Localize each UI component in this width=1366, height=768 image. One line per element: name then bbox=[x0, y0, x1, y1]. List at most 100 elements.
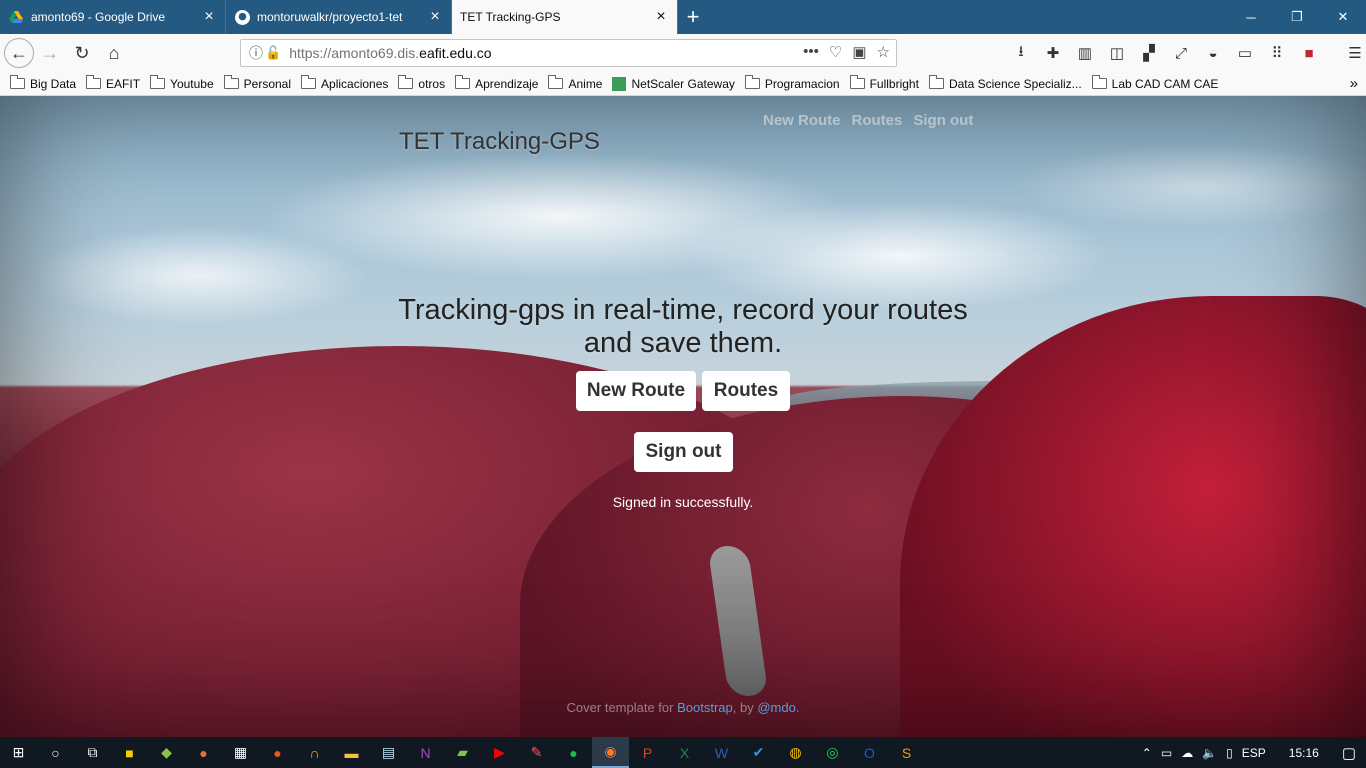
bookmark-folder[interactable]: Lab CAD CAM CAE bbox=[1091, 75, 1219, 91]
incognito-icon[interactable]: ◒ bbox=[1200, 38, 1226, 68]
bookmark-folder[interactable]: Youtube bbox=[150, 75, 214, 91]
bookmark-label: Aprendizaje bbox=[475, 76, 539, 91]
sticky-notes-icon[interactable]: ■ bbox=[111, 737, 148, 768]
lock-warning-icon[interactable]: 🔓 bbox=[265, 45, 281, 61]
whatsapp-icon[interactable]: ◎ bbox=[814, 737, 851, 768]
language-indicator[interactable]: ESP bbox=[1242, 746, 1266, 760]
bookmark-folder[interactable]: Anime bbox=[548, 75, 602, 91]
minimize-icon[interactable]: ─ bbox=[1228, 0, 1274, 34]
url-actions: ••• ♡ ▣ ☆ bbox=[803, 43, 890, 61]
screen-icon[interactable]: ▭ bbox=[1232, 38, 1258, 68]
word-icon[interactable]: W bbox=[703, 737, 740, 768]
powerpoint-icon[interactable]: P bbox=[629, 737, 666, 768]
app-icon[interactable]: ∩ bbox=[296, 737, 333, 768]
bookmark-folder[interactable]: EAFIT bbox=[86, 75, 140, 91]
todo-icon[interactable]: ✔ bbox=[740, 737, 777, 768]
home-button[interactable]: ⌂ bbox=[98, 37, 130, 69]
expand-icon[interactable]: ⤢ bbox=[1168, 38, 1194, 68]
clock[interactable]: 15:16 bbox=[1289, 746, 1319, 760]
bookmark-folder[interactable]: Aprendizaje bbox=[455, 75, 539, 91]
windows-start-icon[interactable]: ⊞ bbox=[0, 737, 37, 768]
grid-tool-icon[interactable]: ▞ bbox=[1136, 38, 1162, 68]
flash-message: Signed in successfully. bbox=[612, 494, 754, 510]
folder-icon bbox=[548, 75, 564, 89]
reader-view-icon[interactable]: ▣ bbox=[852, 43, 866, 61]
site-brand[interactable]: TET Tracking-GPS bbox=[399, 128, 600, 156]
bookmark-folder[interactable]: Aplicaciones bbox=[301, 75, 388, 91]
ubuntu-icon[interactable]: ● bbox=[259, 737, 296, 768]
close-icon[interactable]: × bbox=[427, 8, 443, 26]
bookmark-folder[interactable]: otros bbox=[398, 75, 445, 91]
tab-tet-tracking[interactable]: TET Tracking-GPS × bbox=[452, 0, 678, 34]
close-icon[interactable]: × bbox=[653, 8, 669, 26]
network-icon[interactable]: ▭ bbox=[1161, 746, 1172, 760]
volume-icon[interactable]: 🔈 bbox=[1202, 746, 1217, 760]
close-window-icon[interactable]: ✕ bbox=[1320, 0, 1366, 34]
app-icon[interactable]: ▰ bbox=[444, 737, 481, 768]
info-icon[interactable]: ⓘ bbox=[249, 43, 263, 63]
sublime-icon[interactable]: S bbox=[888, 737, 925, 768]
page-actions-icon[interactable]: ••• bbox=[803, 43, 819, 61]
notepad-icon[interactable]: ▤ bbox=[370, 737, 407, 768]
chrome-icon[interactable]: ◍ bbox=[777, 737, 814, 768]
bookmark-folder[interactable]: Programacion bbox=[744, 75, 840, 91]
bookmark-link[interactable]: NetScaler Gateway bbox=[612, 76, 735, 91]
bookmark-folder[interactable]: Big Data bbox=[10, 75, 76, 91]
library-icon[interactable]: ▥ bbox=[1072, 38, 1098, 68]
nav-new-route[interactable]: New Route bbox=[763, 112, 841, 129]
bookmark-star-icon[interactable]: ☆ bbox=[877, 43, 890, 61]
window-controls: ─ ❐ ✕ bbox=[1228, 0, 1366, 34]
mdo-link[interactable]: @mdo bbox=[757, 700, 796, 715]
taskbar: ⊞ ○ ⧉ ■ ◆ ● ▦ ● ∩ ▬ ▤ N ▰ ▶ ✎ ● ◉ P X W … bbox=[0, 737, 1366, 768]
sidebar-icon[interactable]: ◫ bbox=[1104, 38, 1130, 68]
bootstrap-link[interactable]: Bootstrap bbox=[677, 700, 733, 715]
youtube-icon[interactable]: ▶ bbox=[481, 737, 518, 768]
nav-routes[interactable]: Routes bbox=[852, 112, 903, 129]
sign-out-button[interactable]: Sign out bbox=[634, 432, 733, 472]
tab-github[interactable]: montoruwalkr/proyecto1-tet × bbox=[226, 0, 452, 34]
new-tab-button[interactable]: + bbox=[678, 0, 708, 34]
spotify-icon[interactable]: ● bbox=[555, 737, 592, 768]
more-bookmarks-icon[interactable]: » bbox=[1350, 75, 1358, 92]
onenote-icon[interactable]: N bbox=[407, 737, 444, 768]
netscaler-icon bbox=[612, 76, 627, 91]
app-icon[interactable]: ▦ bbox=[222, 737, 259, 768]
task-view-icon[interactable]: ⧉ bbox=[74, 737, 111, 768]
restore-icon[interactable]: ❐ bbox=[1274, 0, 1320, 34]
forward-button[interactable]: → bbox=[34, 37, 66, 69]
bookmark-folder[interactable]: Data Science Specializ... bbox=[928, 75, 1082, 91]
cloud-icon[interactable]: ☁ bbox=[1181, 746, 1193, 760]
apps-grid-icon[interactable]: ⠿ bbox=[1264, 38, 1290, 68]
extensions-icon[interactable]: ✚ bbox=[1040, 38, 1066, 68]
reload-button[interactable]: ↻ bbox=[66, 37, 98, 69]
back-button[interactable]: ← bbox=[4, 38, 34, 68]
tab-title: montoruwalkr/proyecto1-tet bbox=[257, 10, 403, 24]
menu-icon[interactable]: ☰ bbox=[1342, 38, 1366, 68]
excel-icon[interactable]: X bbox=[666, 737, 703, 768]
pocket-icon[interactable]: ♡ bbox=[829, 43, 842, 61]
nav-sign-out[interactable]: Sign out bbox=[913, 112, 973, 129]
chevron-up-icon[interactable]: ⌃ bbox=[1142, 746, 1152, 760]
firefox-icon[interactable]: ◉ bbox=[592, 737, 629, 768]
bookmark-folder[interactable]: Fullbright bbox=[849, 75, 919, 91]
app-icon[interactable]: ◆ bbox=[148, 737, 185, 768]
routes-button[interactable]: Routes bbox=[702, 371, 790, 411]
outlook-icon[interactable]: O bbox=[851, 737, 888, 768]
cortana-icon[interactable]: ○ bbox=[37, 737, 74, 768]
download-icon[interactable]: ⭳ bbox=[1008, 38, 1034, 68]
tab-google-drive[interactable]: amonto69 - Google Drive × bbox=[0, 0, 226, 34]
bookmark-label: Lab CAD CAM CAE bbox=[1111, 76, 1219, 91]
extension-red-icon[interactable]: ■ bbox=[1296, 38, 1322, 68]
footer-text: . bbox=[795, 700, 800, 715]
close-icon[interactable]: × bbox=[201, 8, 217, 26]
new-route-button[interactable]: New Route bbox=[576, 371, 696, 411]
paint-icon[interactable]: ✎ bbox=[518, 737, 555, 768]
app-orange-icon[interactable]: ● bbox=[185, 737, 222, 768]
tab-title: TET Tracking-GPS bbox=[460, 10, 561, 24]
battery-icon[interactable]: ▯ bbox=[1226, 746, 1233, 760]
bookmark-folder[interactable]: Personal bbox=[223, 75, 291, 91]
url-bar[interactable]: ⓘ 🔓 https://amonto69.dis. eafit.edu.co ••… bbox=[240, 39, 897, 67]
notification-icon[interactable]: ▢ bbox=[1342, 744, 1356, 762]
file-explorer-icon[interactable]: ▬ bbox=[333, 737, 370, 768]
bookmark-label: Youtube bbox=[170, 76, 214, 91]
